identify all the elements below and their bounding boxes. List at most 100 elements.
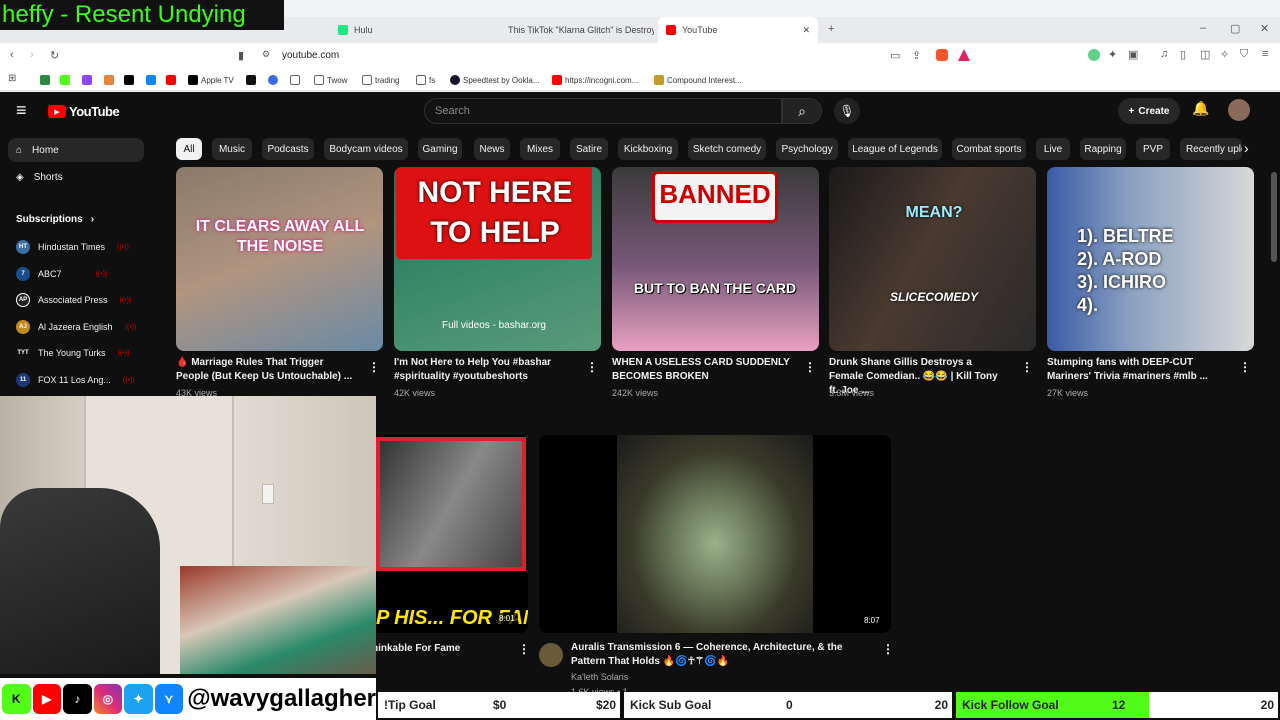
video-thumbnail[interactable]: 8:07 xyxy=(539,435,891,633)
create-button[interactable]: + Create xyxy=(1118,98,1180,124)
channel-name[interactable]: Ka'leth Solaris xyxy=(571,672,628,682)
chip-news[interactable]: News xyxy=(474,138,510,160)
search-button[interactable]: ⌕ xyxy=(782,98,822,124)
chip-mixes[interactable]: Mixes xyxy=(520,138,560,160)
site-info-icon[interactable]: ⚙ xyxy=(262,49,270,60)
video-thumbnail[interactable]: P HIS... FOR FAME 8:01 xyxy=(376,435,528,633)
bm-icon-twitch[interactable] xyxy=(82,69,92,91)
sidebar-channel[interactable]: AJ Al Jazeera English ((•)) xyxy=(16,317,136,337)
bm-icon-r[interactable] xyxy=(268,69,278,91)
close-tab-icon[interactable]: ✕ xyxy=(802,25,810,36)
voice-search-button[interactable]: 🎙 xyxy=(834,98,860,124)
menu-icon[interactable]: ≡ xyxy=(1262,48,1268,60)
scrollbar[interactable] xyxy=(1271,172,1277,262)
forward-icon[interactable]: › xyxy=(30,49,34,61)
video-thumbnail[interactable]: NOT HERE TO HELP Full videos - bashar.or… xyxy=(394,167,601,351)
bm-icon-bluesky[interactable] xyxy=(146,69,156,91)
chip-recently-uploaded[interactable]: Recently uplo xyxy=(1180,138,1242,160)
sidebar-subscriptions-heading[interactable]: Subscriptions › xyxy=(16,214,94,225)
bookmark-icon[interactable]: ▮ xyxy=(238,49,244,62)
sidebar-item-shorts[interactable]: ◈ Shorts xyxy=(8,165,144,189)
chevron-right-icon[interactable]: › xyxy=(1244,140,1249,156)
back-icon[interactable]: ‹ xyxy=(10,49,14,61)
search-input[interactable]: Search xyxy=(424,98,782,124)
bm-compound-interest[interactable]: Compound Interest... xyxy=(654,69,742,91)
bm-icon-1[interactable] xyxy=(40,69,50,91)
chip-podcasts[interactable]: Podcasts xyxy=(262,138,314,160)
sidebar-channel[interactable]: TYT The Young Turks ((•)) xyxy=(16,343,129,363)
new-tab-icon[interactable]: + xyxy=(828,23,834,35)
chip-psychology[interactable]: Psychology xyxy=(776,138,838,160)
install-icon[interactable]: ▭ xyxy=(890,49,900,62)
bm-icon-p[interactable] xyxy=(246,69,256,91)
video-title[interactable]: WHEN A USELESS CARD SUDDENLY BECOMES BRO… xyxy=(612,356,790,384)
sidebar-channel[interactable]: 7 ABC7 ((•)) xyxy=(16,264,107,284)
vpn-icon[interactable]: ⛉ xyxy=(1240,48,1248,61)
video-thumbnail[interactable]: MEAN? SLICECOMEDY xyxy=(829,167,1036,351)
chip-pvp[interactable]: PVP xyxy=(1136,138,1170,160)
sidebar-channel[interactable]: HT Hindustan Times ((•)) xyxy=(16,237,129,257)
music-icon[interactable]: ♫ xyxy=(1160,48,1168,60)
minimize-icon[interactable]: – xyxy=(1200,22,1206,34)
video-title[interactable]: Auralis Transmission 6 — Coherence, Arch… xyxy=(571,641,861,669)
chip-satire[interactable]: Satire xyxy=(570,138,608,160)
maximize-icon[interactable]: ▢ xyxy=(1230,22,1240,35)
address-bar[interactable]: youtube.com xyxy=(282,50,339,61)
chip-rapping[interactable]: Rapping xyxy=(1080,138,1126,160)
tab-tiktok-video[interactable]: This TikTok "Klarna Glitch" is Destroy xyxy=(494,17,654,43)
extensions-icon[interactable]: ✦ xyxy=(1108,48,1117,61)
bm-trading[interactable]: trading xyxy=(362,69,399,91)
bm-icon-kick[interactable] xyxy=(60,69,70,91)
apps-icon[interactable]: ⊞ xyxy=(8,73,16,84)
more-options-icon[interactable]: ⋮ xyxy=(804,360,816,374)
bm-fs[interactable]: fs xyxy=(416,69,435,91)
chip-music[interactable]: Music xyxy=(212,138,252,160)
youtube-logo[interactable]: ▶ YouTube xyxy=(48,104,120,119)
extension-icon[interactable] xyxy=(1088,49,1100,61)
hamburger-menu-icon[interactable]: ≡ xyxy=(16,100,27,121)
sidebar-channel[interactable]: AP Associated Press ((•)) xyxy=(16,290,131,310)
more-options-icon[interactable]: ⋮ xyxy=(882,642,894,656)
leo-icon[interactable]: ✧ xyxy=(1220,48,1229,61)
wallet2-icon[interactable]: ◫ xyxy=(1200,48,1210,61)
bm-twow[interactable]: Twow xyxy=(314,69,347,91)
chip-league-of-legends[interactable]: League of Legends xyxy=(848,138,942,160)
video-title[interactable]: 🩸 Marriage Rules That Trigger People (Bu… xyxy=(176,356,354,384)
sidebar-item-home[interactable]: ⌂ Home xyxy=(8,138,144,162)
close-window-icon[interactable]: ✕ xyxy=(1260,22,1269,35)
more-options-icon[interactable]: ⋮ xyxy=(1021,360,1033,374)
chip-live[interactable]: Live xyxy=(1036,138,1070,160)
video-title[interactable]: I'm Not Here to Help You #bashar #spirit… xyxy=(394,356,572,384)
bm-speedtest[interactable]: Speedtest by Ookla... xyxy=(450,69,540,91)
bm-icon-youtube[interactable] xyxy=(166,69,176,91)
bm-folder[interactable] xyxy=(290,69,300,91)
bm-incogni[interactable]: https://incogni.com... xyxy=(552,69,638,91)
tab-hulu[interactable]: Hulu xyxy=(330,17,490,43)
more-options-icon[interactable]: ⋮ xyxy=(1239,360,1251,374)
video-thumbnail[interactable]: 1). BELTRE 2). A-ROD 3). ICHIRO 4). xyxy=(1047,167,1254,351)
bm-apple-tv[interactable]: Apple TV xyxy=(188,69,234,91)
more-options-icon[interactable]: ⋮ xyxy=(368,360,380,374)
bm-icon-x[interactable] xyxy=(124,69,134,91)
video-thumbnail[interactable]: IT CLEARS AWAY ALL THE NOISE xyxy=(176,167,383,351)
more-options-icon[interactable]: ⋮ xyxy=(586,360,598,374)
reload-icon[interactable]: ↻ xyxy=(50,49,59,62)
chip-combat-sports[interactable]: Combat sports xyxy=(952,138,1026,160)
brave-rewards-icon[interactable] xyxy=(958,49,970,61)
sidebar-icon[interactable]: ▯ xyxy=(1180,48,1186,61)
avatar[interactable] xyxy=(1228,99,1250,121)
wallet-icon[interactable]: ▣ xyxy=(1128,48,1138,61)
channel-avatar[interactable] xyxy=(539,643,563,667)
notifications-bell-icon[interactable]: 🔔 xyxy=(1192,100,1209,117)
chip-gaming[interactable]: Gaming xyxy=(418,138,462,160)
chip-kickboxing[interactable]: Kickboxing xyxy=(618,138,678,160)
tab-youtube[interactable]: YouTube ✕ xyxy=(658,17,818,43)
chip-sketch-comedy[interactable]: Sketch comedy xyxy=(688,138,766,160)
sidebar-channel[interactable]: 11 FOX 11 Los Ang... ((•)) xyxy=(16,370,135,390)
brave-shields-icon[interactable] xyxy=(936,49,948,61)
share-icon[interactable]: ⇪ xyxy=(912,49,921,62)
video-title[interactable]: Stumping fans with DEEP-CUT Mariners' Tr… xyxy=(1047,356,1225,384)
chip-all[interactable]: All xyxy=(176,138,202,160)
chip-bodycam-videos[interactable]: Bodycam videos xyxy=(324,138,408,160)
bm-icon-4[interactable] xyxy=(104,69,114,91)
